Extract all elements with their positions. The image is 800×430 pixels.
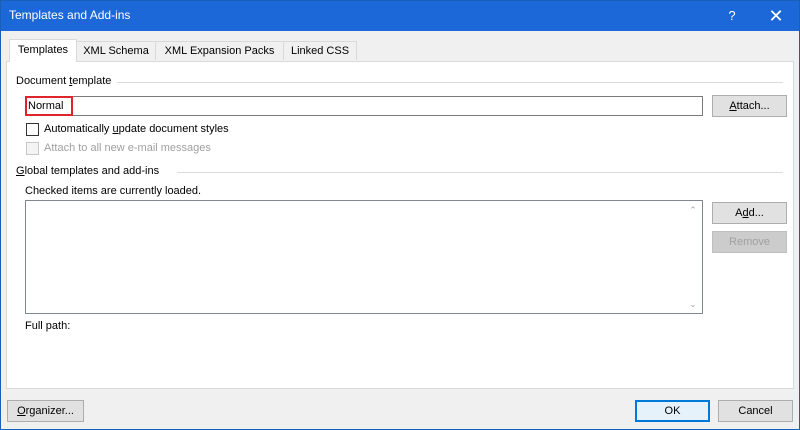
auto-update-styles-label: Automatically update document styles [44,123,229,135]
document-template-group-label: Document template [16,75,116,87]
highlight-annotation [25,96,73,116]
ok-button-label: OK [664,405,681,417]
organizer-button[interactable]: Organizer... [7,400,84,422]
window-title: Templates and Add-ins [9,8,131,22]
tab-linked-css-label: Linked CSS [290,45,350,57]
attach-email-checkbox [26,142,39,155]
tab-xml-schema-label: XML Schema [83,45,149,57]
attach-button[interactable]: Attach... [712,95,787,117]
title-bar[interactable]: Templates and Add-ins ? ✕ [1,1,799,31]
tab-xml-schema[interactable]: XML Schema [76,41,156,60]
loaded-items-hint: Checked items are currently loaded. [25,185,202,197]
add-button[interactable]: Add... [712,202,787,224]
templates-tab-page: Document template Normal Attach... Autom… [6,61,794,389]
global-templates-group-label: Global templates and add-ins [16,165,164,177]
attach-email-label: Attach to all new e-mail messages [44,142,211,154]
tab-templates[interactable]: Templates [9,39,77,62]
scroll-down-icon[interactable]: ⌄ [688,299,698,309]
attach-email-option: Attach to all new e-mail messages [26,141,326,157]
help-button[interactable]: ? [711,1,753,31]
help-icon: ? [728,8,736,23]
close-button[interactable]: ✕ [755,1,797,31]
scroll-up-icon[interactable]: ⌃ [688,205,698,215]
tab-templates-label: Templates [17,44,69,56]
tab-linked-css[interactable]: Linked CSS [283,41,357,60]
document-template-input[interactable]: Normal [25,96,703,116]
ok-button[interactable]: OK [635,400,710,422]
global-templates-list[interactable]: ⌃ ⌄ [25,200,703,314]
auto-update-styles-option[interactable]: Automatically update document styles [26,122,326,138]
close-icon: ✕ [768,6,784,26]
full-path-label: Full path: [25,320,71,332]
auto-update-styles-checkbox[interactable] [26,123,39,136]
global-templates-divider [177,172,783,173]
templates-and-addins-dialog: Templates and Add-ins ? ✕ Templates XML … [0,0,800,430]
tab-xml-expansion-packs[interactable]: XML Expansion Packs [155,41,284,60]
document-template-divider [117,82,783,83]
remove-button-label: Remove [729,236,770,248]
cancel-button[interactable]: Cancel [718,400,793,422]
tab-xml-expansion-packs-label: XML Expansion Packs [164,45,275,57]
cancel-button-label: Cancel [738,405,773,417]
remove-button: Remove [712,231,787,253]
